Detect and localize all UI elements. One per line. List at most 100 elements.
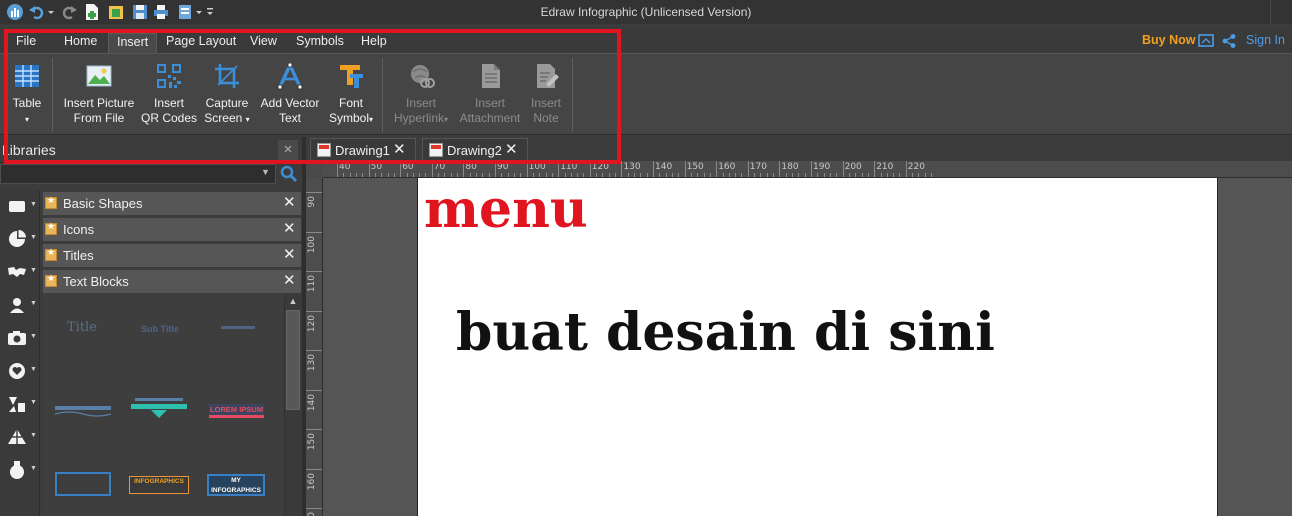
camera-icon <box>8 331 26 345</box>
tab-drawing1[interactable]: Drawing1 ✕ <box>310 138 416 161</box>
teal-banner-shape[interactable] <box>129 396 189 420</box>
library-text-blocks[interactable]: Text Blocks ✕ <box>43 270 301 293</box>
share-icon[interactable] <box>1221 33 1237 49</box>
category-basic-shapes[interactable]: ▼ <box>6 195 37 217</box>
table-button[interactable]: Table ▾ <box>8 62 46 127</box>
tab-view[interactable]: View <box>242 33 285 53</box>
ruler-minor-tick <box>596 173 598 177</box>
category-objects[interactable]: ▼ <box>6 459 37 481</box>
ruler-label: 140 <box>655 162 673 172</box>
capture-screen-button[interactable]: Capture Screen ▾ <box>202 62 252 127</box>
close-icon[interactable]: ✕ <box>283 193 296 211</box>
scrollbar-thumb[interactable] <box>286 310 300 410</box>
ruler-minor-tick <box>899 173 901 177</box>
share-screen-icon[interactable] <box>1198 33 1214 49</box>
library-scrollbar[interactable]: ▲ <box>284 294 301 516</box>
tab-drawing2[interactable]: Drawing2 ✕ <box>422 138 528 161</box>
canvas-text-box[interactable]: buat desain di sini <box>456 298 995 368</box>
heart-badge-icon <box>9 363 25 379</box>
library-icons[interactable]: Icons ✕ <box>43 218 301 241</box>
ruler-minor-tick <box>798 173 800 177</box>
infographics-shape[interactable]: INFOGRAPHICS <box>129 476 189 494</box>
category-illustrations[interactable]: ▼ <box>6 393 37 415</box>
insert-attachment-label-2: Attachment <box>459 111 521 125</box>
libraries-close-button[interactable]: × <box>278 140 298 160</box>
insert-hyperlink-button[interactable]: Insert Hyperlink▾ <box>390 62 452 127</box>
ruler-minor-tick <box>836 173 838 177</box>
insert-picture-label-2: From File <box>73 111 125 125</box>
ruler-minor-tick <box>501 173 503 177</box>
ruler-minor-tick <box>602 173 604 177</box>
font-symbol-button[interactable]: Font Symbol▾ <box>326 62 376 127</box>
insert-qr-label-2: QR Codes <box>140 111 198 125</box>
lorem-ipsum-shape[interactable]: LOREM IPSUM <box>209 404 264 418</box>
close-icon[interactable]: ✕ <box>393 140 406 158</box>
category-decorations[interactable]: ▼ <box>6 360 37 382</box>
tab-home[interactable]: Home <box>56 33 105 53</box>
close-icon[interactable]: ✕ <box>283 219 296 237</box>
person-icon <box>10 298 24 313</box>
ribbon-banner-shape[interactable] <box>55 398 111 420</box>
ruler-minor-tick <box>438 173 440 177</box>
ruler-tick <box>716 161 718 177</box>
drawing-canvas[interactable]: menu buat desain di sini <box>323 178 1292 516</box>
category-maps[interactable]: ▼ <box>6 261 37 283</box>
sign-in-link[interactable]: Sign In <box>1246 33 1285 47</box>
insert-picture-button[interactable]: Insert Picture From File <box>60 62 138 126</box>
category-charts[interactable]: ▼ <box>6 228 37 250</box>
library-search-input[interactable]: ▼ <box>0 164 276 184</box>
library-basic-shapes[interactable]: Basic Shapes ✕ <box>43 192 301 215</box>
drawing-page[interactable]: menu buat desain di sini <box>417 178 1218 516</box>
ruler-label: 90 <box>307 196 317 208</box>
buy-now-link[interactable]: Buy Now <box>1142 33 1195 47</box>
tab-file[interactable]: File <box>8 33 44 53</box>
search-icon[interactable] <box>279 164 299 184</box>
category-pictures[interactable]: ▼ <box>6 327 37 349</box>
annotation-label[interactable]: menu <box>424 180 588 240</box>
ruler-label: 90 <box>497 162 509 172</box>
ruler-minor-tick <box>520 173 522 177</box>
window-title: Edraw Infographic (Unlicensed Version) <box>540 5 752 19</box>
add-vector-text-button[interactable]: Add Vector Text <box>256 62 324 126</box>
tab-help[interactable]: Help <box>353 33 395 53</box>
title-shape[interactable]: Title <box>67 320 97 335</box>
sub-title-shape[interactable]: Sub Title <box>141 324 179 334</box>
blue-frame-shape[interactable] <box>55 472 111 496</box>
map-icon <box>8 267 26 277</box>
chevron-down-icon: ▼ <box>30 267 37 274</box>
close-icon[interactable]: ✕ <box>283 245 296 263</box>
category-people[interactable]: ▼ <box>6 294 37 316</box>
tab-symbols[interactable]: Symbols <box>288 33 352 53</box>
drawing-file-icon <box>429 143 443 157</box>
search-dropdown-icon[interactable]: ▼ <box>261 167 270 177</box>
insert-note-button[interactable]: Insert Note <box>526 62 566 126</box>
insert-attachment-button[interactable]: Insert Attachment <box>456 62 524 126</box>
ruler-minor-tick <box>627 173 629 177</box>
close-icon[interactable]: ✕ <box>283 271 296 289</box>
ruler-minor-tick <box>583 173 585 177</box>
close-icon[interactable]: ✕ <box>505 140 518 158</box>
flask-icon <box>10 461 24 479</box>
ruler-minor-tick <box>760 173 762 177</box>
library-label: Basic Shapes <box>63 196 143 211</box>
ruler-minor-tick <box>848 173 850 177</box>
ruler-label: 150 <box>686 162 704 172</box>
ruler-tick <box>589 161 591 177</box>
tab-page-layout[interactable]: Page Layout <box>158 33 244 53</box>
horizontal-ruler[interactable]: 40 50 60 70 80 90 100 110 120 130 140 150 160 170 180 1… <box>323 161 1292 178</box>
my-infographics-shape[interactable]: MY INFOGRAPHICS <box>207 474 265 496</box>
window-controls[interactable] <box>1270 0 1292 24</box>
menu-bar: File Home Insert Page Layout View Symbol… <box>0 29 1292 53</box>
ruler-minor-tick <box>343 173 345 177</box>
library-titles[interactable]: Titles ✕ <box>43 244 301 267</box>
vertical-ruler[interactable]: 90 100 110 120 130 140 150 160 170 <box>306 178 323 516</box>
ruler-label: 150 <box>307 433 317 451</box>
insert-qr-codes-button[interactable]: Insert QR Codes <box>140 62 198 126</box>
scroll-up-icon[interactable]: ▲ <box>287 296 299 308</box>
ruler-tick <box>653 161 654 177</box>
ruler-minor-tick <box>482 173 484 177</box>
tab-insert[interactable]: Insert <box>108 33 158 53</box>
ruler-minor-tick <box>886 173 888 177</box>
category-triangles[interactable]: ▼ <box>6 426 37 448</box>
small-title-shape[interactable] <box>221 326 255 329</box>
